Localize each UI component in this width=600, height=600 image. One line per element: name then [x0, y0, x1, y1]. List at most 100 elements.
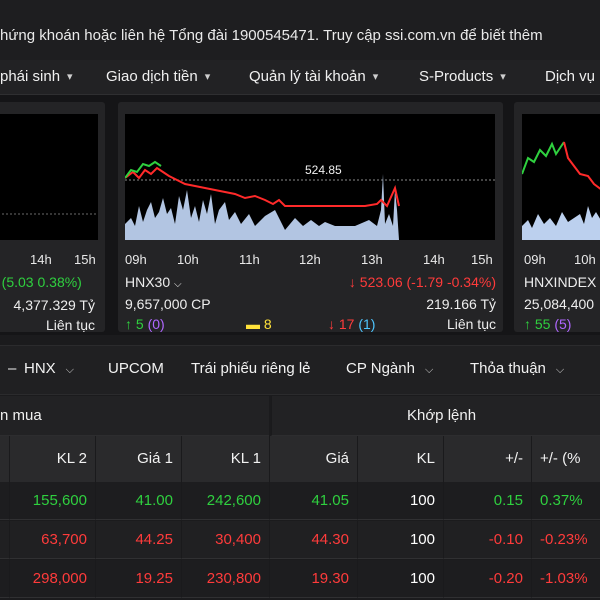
- time-label: 09h: [524, 252, 546, 267]
- chevron-down-icon: ▾: [372, 71, 379, 83]
- time-label: 15h: [74, 252, 96, 267]
- column-header-change[interactable]: +/-: [444, 436, 532, 482]
- column-header-kl1[interactable]: KL 1: [182, 436, 270, 482]
- table-cell-kl: 100: [358, 560, 444, 598]
- advances: ↑ 5 (0): [125, 316, 165, 332]
- index-value: 219.166 Tỷ: [426, 296, 496, 312]
- index-change: 7 (5.03 0.38%): [0, 274, 82, 290]
- table-cell-kl: 100: [358, 482, 444, 520]
- table-cell-change: 0.15: [444, 482, 532, 520]
- table-cell-partial: [0, 521, 10, 559]
- menu-item-derivatives[interactable]: phái sinh ▾: [0, 68, 73, 85]
- index-panels: 14h 15h 7 (5.03 0.38%) 4,377.329 Tỷ Liên…: [0, 95, 600, 335]
- column-header-change-pct[interactable]: +/- (%: [532, 436, 600, 482]
- time-label: 14h: [423, 252, 445, 267]
- reference-value: 524.85: [305, 163, 342, 177]
- tab-hnx[interactable]: HNX ⌵: [24, 360, 74, 377]
- chevron-down-icon: ⌵: [424, 364, 434, 376]
- table-cell-change: -0.20: [444, 560, 532, 598]
- table-cell-gia1: 44.25: [96, 521, 182, 559]
- table-cell-gia1: 19.25: [96, 560, 182, 598]
- price-line: [125, 166, 400, 208]
- index-panel-hnxindex[interactable]: 09h 10h HNXINDEX 25,084,400 ↑ 55 (5): [514, 102, 600, 332]
- table-cell-change-pct: -1.03%: [532, 560, 600, 598]
- index-volume: 9,657,000 CP: [125, 296, 211, 312]
- menu-item-services[interactable]: Dịch vụ: [545, 68, 595, 85]
- group-header-match: Khớp lệnh: [271, 396, 600, 436]
- index-panel-left[interactable]: 14h 15h 7 (5.03 0.38%) 4,377.329 Tỷ Liên…: [0, 102, 105, 332]
- time-label: 12h: [299, 252, 321, 267]
- chevron-down-icon: ▾: [67, 71, 73, 83]
- tab-private-bonds[interactable]: Trái phiếu riêng lẻ: [191, 360, 311, 377]
- column-header-partial: [0, 436, 10, 482]
- column-header-kl[interactable]: KL: [358, 436, 444, 482]
- declines: ↓ 17 (1): [328, 316, 376, 332]
- tab-upcom[interactable]: UPCOM: [108, 360, 164, 377]
- table-cell-gia: 41.05: [270, 482, 358, 520]
- time-label: 14h: [30, 252, 52, 267]
- index-chart-left: [0, 114, 98, 240]
- table-cell-gia1: 41.00: [96, 482, 182, 520]
- chart-left-svg: [0, 213, 98, 215]
- index-panel-hnx30[interactable]: 524.85 09h 10h 11h 12h 13h 14h 15h HNX30…: [118, 102, 503, 332]
- market-tabs: – HNX ⌵ UPCOM Trái phiếu riêng lẻ CP Ngàn…: [0, 345, 600, 395]
- arrow-up-icon: ↑: [125, 316, 132, 332]
- index-name[interactable]: HNXINDEX: [524, 274, 596, 290]
- index-price-change: ↓ 523.06 (-1.79 -0.34%): [348, 274, 496, 290]
- index-chart-hnx30: 524.85: [125, 114, 495, 240]
- chart-hnxindex-svg: [522, 141, 600, 240]
- chevron-down-icon: ▾: [204, 71, 211, 83]
- group-header-buy: n mua: [0, 396, 269, 436]
- table-cell-kl2: 63,700: [10, 521, 96, 559]
- arrow-down-icon: ↓: [348, 274, 356, 290]
- table-cell-kl1: 30,400: [182, 521, 270, 559]
- table-cell-kl2: 155,600: [10, 482, 96, 520]
- time-label: 13h: [361, 252, 383, 267]
- index-chart-hnxindex: [522, 114, 600, 240]
- table-cell-change: -0.10: [444, 521, 532, 559]
- tab-separator: –: [8, 360, 17, 377]
- table-cell-partial: [0, 482, 10, 520]
- index-name[interactable]: HNX30 ⌵: [125, 274, 182, 290]
- tab-industry-stocks[interactable]: CP Ngành ⌵: [346, 360, 433, 377]
- time-label: 09h: [125, 252, 147, 267]
- column-header-kl2[interactable]: KL 2: [10, 436, 96, 482]
- index-volume: 25,084,400: [524, 296, 595, 312]
- notice-text: hứng khoán hoặc liên hệ Tổng đài 1900545…: [0, 27, 543, 44]
- price-line-up: [522, 141, 565, 175]
- column-header-gia[interactable]: Giá: [270, 436, 358, 482]
- table-cell-partial: [0, 560, 10, 598]
- table-cell-kl: 100: [358, 521, 444, 559]
- chevron-down-icon: ⌵: [174, 279, 182, 290]
- session-status: Liên tục: [45, 317, 95, 332]
- table-cell-kl1: 230,800: [182, 560, 270, 598]
- main-menu: phái sinh ▾ Giao dịch tiền ▾ Quản lý tài k…: [0, 60, 600, 95]
- price-line: [563, 141, 600, 190]
- menu-item-cash-transactions[interactable]: Giao dịch tiền ▾: [106, 68, 210, 85]
- unchanged-bar-icon: ▬: [246, 316, 260, 332]
- table-cell-change-pct: 0.37%: [532, 482, 600, 520]
- volume-area: [522, 206, 600, 240]
- time-label: 15h: [471, 252, 493, 267]
- session-status: Liên tục: [446, 316, 496, 332]
- table-cell-kl2: 298,000: [10, 560, 96, 598]
- table-cell-change-pct: -0.23%: [532, 521, 600, 559]
- time-label: 10h: [574, 252, 596, 267]
- unchanged: ▬ 8: [246, 316, 272, 332]
- arrow-down-icon: ↓: [328, 316, 335, 332]
- chevron-down-icon: ▾: [500, 71, 506, 83]
- menu-item-account-management[interactable]: Quản lý tài khoản ▾: [249, 68, 378, 85]
- arrow-up-icon: ↑: [524, 316, 531, 332]
- table-cell-gia: 44.30: [270, 521, 358, 559]
- chevron-down-icon: ⌵: [65, 364, 75, 376]
- time-label: 10h: [177, 252, 199, 267]
- column-header-gia1[interactable]: Giá 1: [96, 436, 182, 482]
- chart-hnx30-svg: 524.85: [125, 160, 495, 240]
- advances: ↑ 55 (5): [524, 316, 572, 332]
- time-label: 11h: [239, 252, 260, 267]
- table-cell-kl1: 242,600: [182, 482, 270, 520]
- tab-negotiated[interactable]: Thỏa thuận ⌵: [470, 360, 564, 377]
- menu-item-s-products[interactable]: S-Products ▾: [419, 68, 506, 85]
- chevron-down-icon: ⌵: [555, 364, 565, 376]
- table-cell-gia: 19.30: [270, 560, 358, 598]
